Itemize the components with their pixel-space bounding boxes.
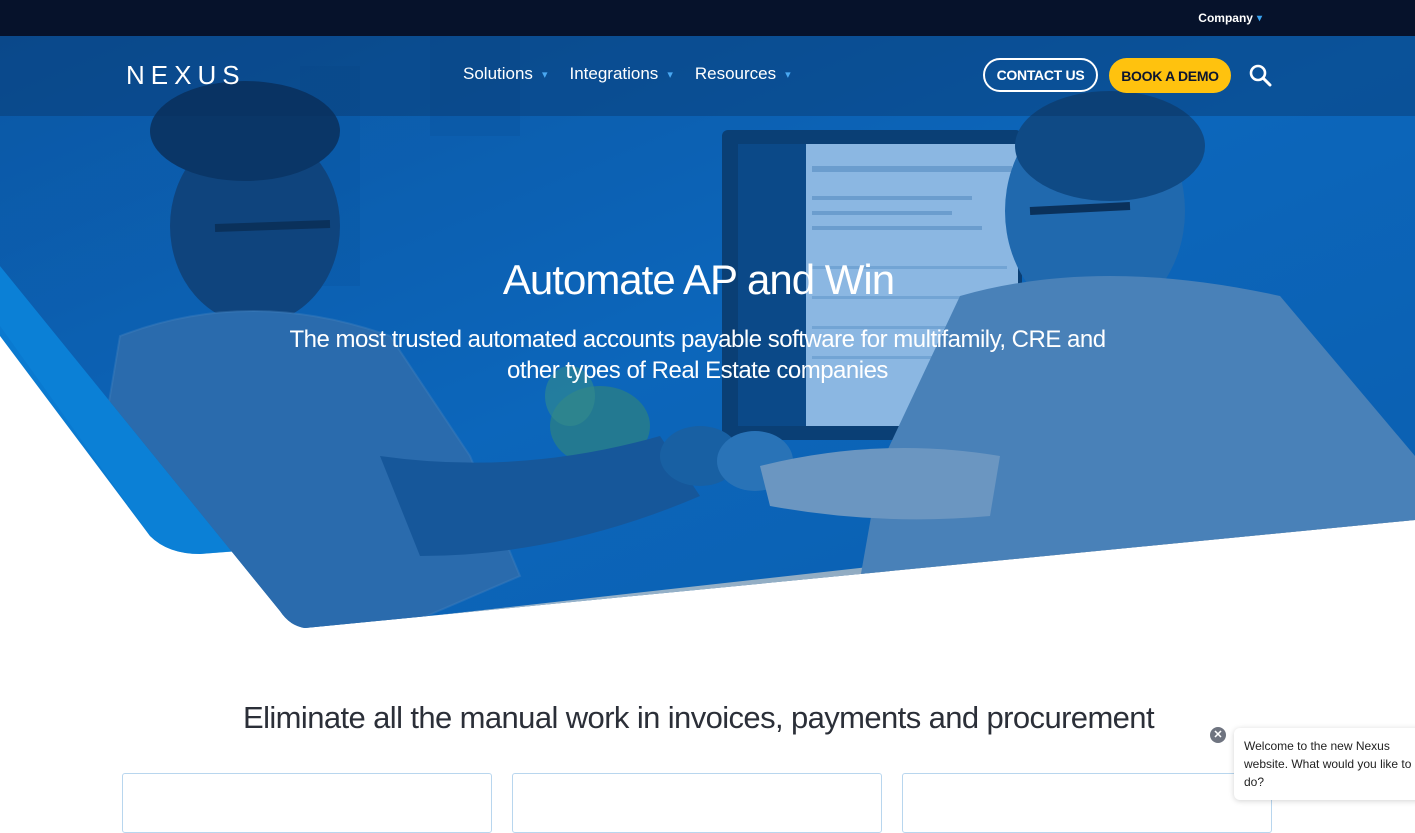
feature-card[interactable]: [122, 773, 492, 833]
book-demo-button[interactable]: BOOK A DEMO: [1109, 58, 1231, 93]
company-label: Company: [1198, 11, 1253, 25]
nexus-logo[interactable]: NEXUS: [126, 60, 246, 91]
close-icon[interactable]: ✕: [1210, 727, 1226, 743]
nav-item-label: Solutions: [463, 64, 533, 83]
chevron-down-icon: ▾: [785, 68, 791, 81]
company-menu[interactable]: Company ▾: [1198, 11, 1262, 25]
chevron-down-icon: ▾: [1256, 12, 1262, 24]
section-title: Eliminate all the manual work in invoice…: [243, 700, 1155, 735]
chat-message: Welcome to the new Nexus website. What w…: [1244, 739, 1412, 789]
chevron-down-icon: ▾: [541, 68, 548, 81]
nav-item-integrations[interactable]: Integrations ▾: [569, 64, 672, 84]
nav-item-solutions[interactable]: Solutions ▾: [463, 64, 547, 84]
top-utility-bar: Company ▾: [0, 0, 1415, 36]
feature-card[interactable]: [512, 773, 882, 833]
hero-title: Automate AP and Win: [502, 256, 895, 303]
chat-welcome-bubble[interactable]: Welcome to the new Nexus website. What w…: [1234, 728, 1415, 800]
nav-item-label: Integrations: [569, 64, 659, 83]
chevron-down-icon: ▾: [667, 68, 673, 81]
nav-item-resources[interactable]: Resources ▾: [695, 64, 791, 84]
contact-us-button[interactable]: CONTACT US: [983, 58, 1098, 92]
search-icon[interactable]: [1248, 63, 1272, 87]
nav-item-label: Resources: [694, 64, 777, 83]
feature-card[interactable]: [902, 773, 1272, 833]
main-nav: Solutions ▾ Integrations ▾ Resources ▾: [463, 64, 791, 84]
hero-subtitle: The most trusted automated accounts paya…: [289, 326, 1106, 384]
